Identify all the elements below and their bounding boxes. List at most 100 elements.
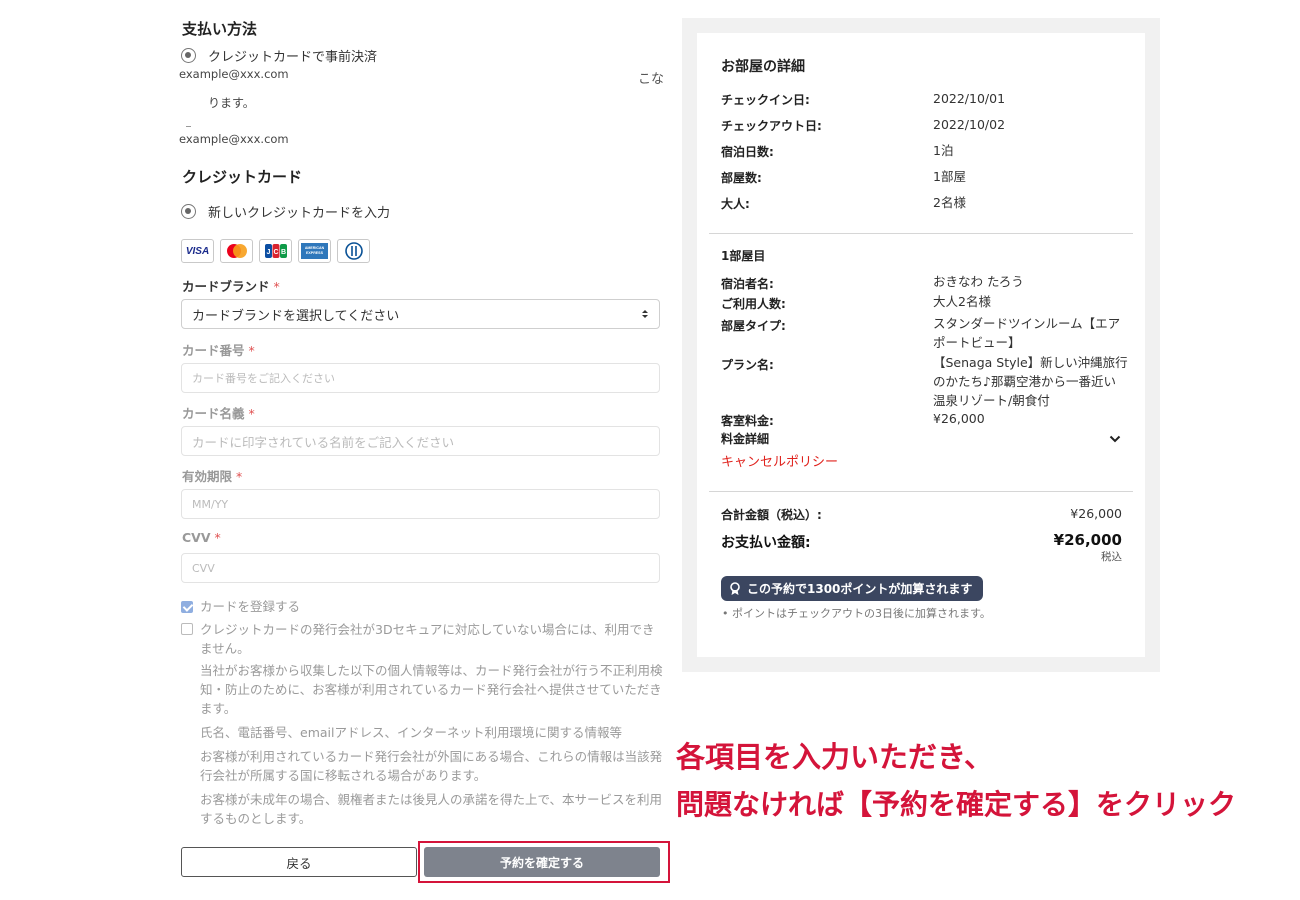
required-mark: * <box>214 530 221 545</box>
save-card-option[interactable]: カードを登録する <box>181 597 300 616</box>
prepay-radio[interactable] <box>181 48 196 63</box>
instruction-line-1: 各項目を入力いただき、 <box>676 740 993 774</box>
payment-clipped-text: こな <box>638 72 665 87</box>
confirm-button[interactable]: 予約を確定する <box>424 847 660 877</box>
back-button[interactable]: 戻る <box>181 847 417 877</box>
amex-logo-text: AMERICAN EXPRESS <box>301 243 328 259</box>
checkout-value: 2022/10/02 <box>933 117 1006 132</box>
prepay-option-label: クレジットカードで事前決済 <box>208 50 378 65</box>
room-rate-value: ¥26,000 <box>933 411 985 426</box>
card-number-input[interactable]: カード番号をご記入ください <box>181 363 660 393</box>
adults-label: 大人: <box>721 197 750 211</box>
privacy-info-3a: お客様が利用されているカード発行会社が外国にある場合、これらの情報は当該発 <box>200 749 663 764</box>
room-type-label: 部屋タイプ: <box>721 319 786 333</box>
payment-email-1: example@xxx.com <box>179 67 289 81</box>
card-brand-select-value: カードブランドを選択してください <box>192 308 400 324</box>
jcb-logo: J C B <box>264 244 287 258</box>
card-name-label: カード名義 * <box>182 403 255 422</box>
cvv-placeholder: CVV <box>192 561 215 575</box>
points-badge-text: この予約で1300ポイントが加算されます <box>747 582 973 596</box>
cvv-label: CVV * <box>182 530 221 545</box>
rooms-label: 部屋数: <box>721 171 762 185</box>
privacy-info: 当社がお客様から収集した以下の個人情報等は、カード発行会社が行う不正利用検 知・… <box>200 661 670 828</box>
cvv-label-text: CVV <box>182 530 211 545</box>
select-arrows-icon <box>642 310 648 318</box>
jcb-icon: J C B <box>259 239 292 263</box>
total-value: ¥26,000 <box>1070 506 1122 521</box>
guest-name-label: 宿泊者名: <box>721 277 774 291</box>
credit-card-heading: クレジットカード <box>182 168 303 186</box>
plan-label: プラン名: <box>721 358 774 372</box>
plan-line-2: のかたち♪那覇空港から一番近い <box>933 374 1116 389</box>
nights-label: 宿泊日数: <box>721 145 774 159</box>
privacy-info-1b: 知・防止のために、お客様が利用されているカード発行会社へ提供させていただき <box>200 682 662 697</box>
card-number-label-text: カード番号 <box>182 343 245 358</box>
expiry-placeholder: MM/YY <box>192 497 229 511</box>
rooms-value: 1部屋 <box>933 169 966 184</box>
new-card-option[interactable]: 新しいクレジットカードを入力 <box>181 202 390 221</box>
points-badge: この予約で1300ポイントが加算されます <box>721 576 983 601</box>
card-number-label: カード番号 * <box>182 340 255 359</box>
fee-detail-label: 料金詳細 <box>721 432 770 446</box>
cancel-policy-link[interactable]: キャンセルポリシー <box>721 451 838 470</box>
people-value: 大人2名様 <box>933 294 991 309</box>
privacy-info-4a: お客様が未成年の場合、親権者または後見人の承諾を得た上で、本サービスを利用 <box>200 792 663 807</box>
save-card-checkbox[interactable] <box>181 600 193 613</box>
plan-line-3: 温泉リゾート/朝食付 <box>933 393 1050 408</box>
required-mark: * <box>236 469 243 484</box>
visa-icon: VISA <box>181 239 214 263</box>
consent-option[interactable]: クレジットカードの発行会社が3Dセキュアに対応していない場合には、利用でき ませ… <box>181 620 661 658</box>
consent-label-2: ません。 <box>200 641 250 656</box>
points-note-text: ポイントはチェックアウトの3日後に加算されます。 <box>732 607 991 620</box>
card-name-placeholder: カードに印字されている名前をご記入ください <box>192 434 455 450</box>
tax-included-note: 税込 <box>1101 551 1122 563</box>
people-label: ご利用人数: <box>721 297 786 311</box>
room-type-value: スタンダードツインルーム【エア ポートビュー】 <box>933 314 1120 352</box>
card-number-placeholder: カード番号をご記入ください <box>192 372 335 385</box>
room-type-line-1: スタンダードツインルーム【エア <box>933 316 1121 331</box>
cvv-input[interactable]: CVV <box>181 553 660 583</box>
diners-logo <box>344 242 363 260</box>
guest-name-value: おきなわ たろう <box>933 274 1024 289</box>
points-note: • ポイントはチェックアウトの3日後に加算されます。 <box>722 607 991 620</box>
divider <box>709 233 1133 234</box>
privacy-info-1c: ます。 <box>200 701 237 716</box>
new-card-radio[interactable] <box>181 204 196 219</box>
expiry-label-text: 有効期限 <box>182 469 233 484</box>
divider <box>709 491 1133 492</box>
summary-title: お部屋の詳細 <box>721 59 805 75</box>
card-name-label-text: カード名義 <box>182 406 245 421</box>
expiry-input[interactable]: MM/YY <box>181 489 660 519</box>
required-mark: * <box>248 343 255 358</box>
card-brand-label-text: カードブランド <box>182 279 270 294</box>
prepay-option[interactable]: クレジットカードで事前決済 <box>181 46 377 65</box>
payment-amount-value: ¥26,000 <box>1053 531 1122 549</box>
payment-note-text: ります。 <box>208 96 255 110</box>
card-brand-select[interactable]: カードブランドを選択してください <box>181 299 660 329</box>
svg-text:C: C <box>273 249 278 256</box>
tiny-dash <box>186 126 191 127</box>
card-brand-label: カードブランド * <box>182 276 280 295</box>
chevron-down-icon <box>1109 435 1121 442</box>
visa-logo-text: VISA <box>185 245 210 257</box>
consent-label-1: クレジットカードの発行会社が3Dセキュアに対応していない場合には、利用でき <box>200 622 655 637</box>
payment-amount-label: お支払い金額: <box>721 535 811 551</box>
checkin-value: 2022/10/01 <box>933 91 1006 106</box>
total-label: 合計金額（税込）: <box>721 508 822 522</box>
privacy-info-1a: 当社がお客様から収集した以下の個人情報等は、カード発行会社が行う不正利用検 <box>200 663 663 678</box>
checkout-label: チェックアウト日: <box>721 119 822 133</box>
plan-value: 【Senaga Style】新しい沖縄旅行 のかたち♪那覇空港から一番近い 温泉… <box>933 353 1128 410</box>
plan-line-1: 【Senaga Style】新しい沖縄旅行 <box>933 355 1128 370</box>
svg-text:J: J <box>266 249 270 256</box>
fee-detail-toggle[interactable]: 料金詳細 <box>721 430 1121 447</box>
new-card-option-label: 新しいクレジットカードを入力 <box>208 206 391 221</box>
privacy-info-2: 氏名、電話番号、emailアドレス、インターネット利用環境に関する情報等 <box>200 725 622 740</box>
consent-checkbox[interactable] <box>181 623 193 635</box>
instruction-line-2: 問題なければ【予約を確定する】をクリック <box>676 788 1237 821</box>
award-icon <box>730 581 740 595</box>
adults-value: 2名様 <box>933 195 966 210</box>
privacy-info-3b: 行会社が所属する国に移転される場合があります。 <box>200 768 487 783</box>
required-mark: * <box>248 406 255 421</box>
card-name-input[interactable]: カードに印字されている名前をご記入ください <box>181 426 660 456</box>
room-rate-label: 客室料金: <box>721 414 774 428</box>
